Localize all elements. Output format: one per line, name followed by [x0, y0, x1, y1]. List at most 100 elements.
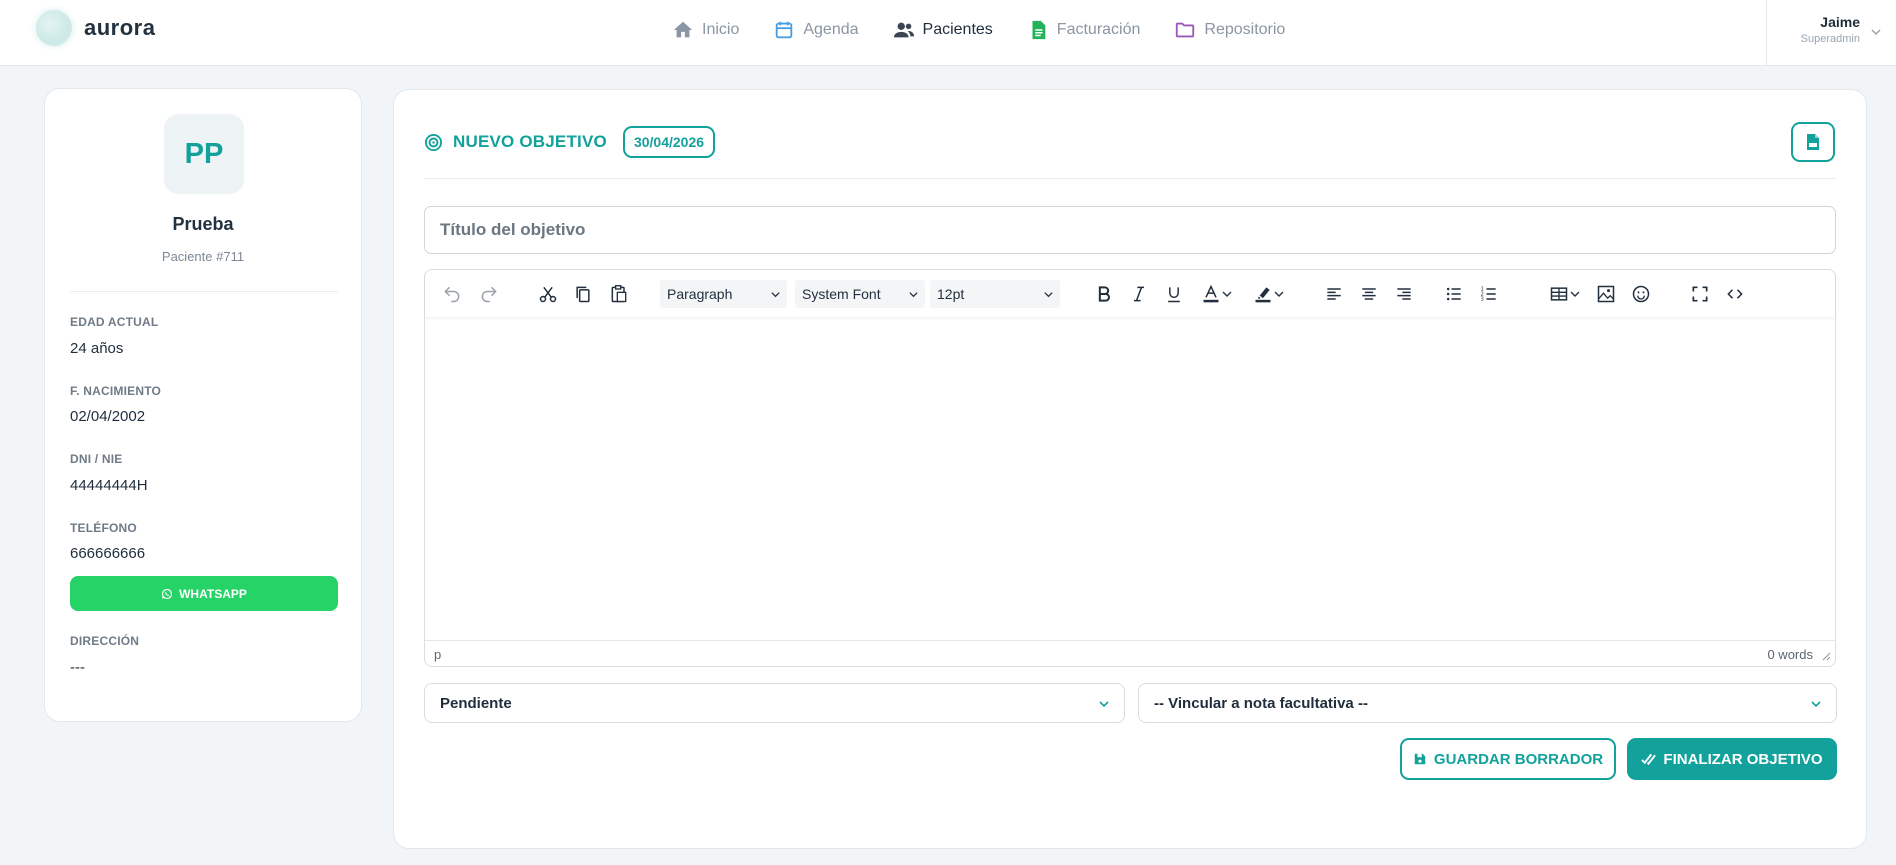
source-code-button[interactable] — [1722, 282, 1748, 306]
main-nav: Inicio Agenda Pacientes Facturación Repo… — [672, 19, 1285, 41]
calendar-icon — [776, 21, 793, 39]
block-format-select[interactable]: Paragraph — [660, 280, 787, 308]
undo-button[interactable] — [439, 282, 465, 306]
italic-button[interactable] — [1126, 282, 1152, 306]
divider — [424, 178, 1836, 179]
finalize-objective-button[interactable]: FINALIZAR OBJETIVO — [1627, 738, 1837, 780]
copy-button[interactable] — [570, 282, 596, 306]
align-center-icon — [1362, 288, 1376, 300]
chevron-down-icon — [771, 292, 780, 298]
link-note-select-value: -- Vincular a nota facultativa -- — [1154, 694, 1368, 712]
age-label: EDAD ACTUAL — [70, 315, 159, 329]
emoji-button[interactable] — [1628, 282, 1654, 306]
copy-icon — [576, 286, 590, 303]
objective-title-input[interactable] — [424, 206, 1836, 254]
align-center-button[interactable] — [1356, 282, 1382, 306]
dni-label: DNI / NIE — [70, 452, 123, 466]
paste-icon — [611, 285, 627, 303]
double-check-icon — [1641, 753, 1657, 766]
numbered-list-icon: 123 — [1481, 287, 1496, 303]
chevron-down-icon — [1222, 291, 1232, 297]
nav-item-label: Agenda — [803, 21, 859, 38]
logo-mark-icon — [36, 10, 72, 46]
table-button[interactable] — [1545, 282, 1585, 306]
invoice-icon — [1032, 20, 1046, 40]
chevron-down-icon — [1099, 701, 1109, 708]
align-left-button[interactable] — [1321, 282, 1347, 306]
editor-toolbar: Paragraph System Font 12pt 1 2 3 — [425, 270, 1835, 317]
whatsapp-icon — [162, 588, 173, 599]
font-size-value: 12pt — [937, 286, 965, 302]
bold-icon — [1098, 286, 1110, 302]
text-color-button[interactable] — [1195, 282, 1239, 306]
cut-button[interactable] — [535, 282, 561, 306]
editor-statusbar: p 0 words — [425, 640, 1835, 666]
folder-icon — [1176, 22, 1195, 38]
underline-button[interactable] — [1161, 282, 1187, 306]
nav-item-repositorio[interactable]: Repositorio — [1174, 19, 1285, 41]
bullet-list-button[interactable] — [1441, 282, 1467, 306]
objective-panel: NUEVO OBJETIVO 30/04/2026 Paragra — [393, 89, 1867, 849]
chevron-down-icon — [1044, 292, 1053, 298]
resize-handle-icon[interactable] — [1821, 651, 1831, 661]
chevron-down-icon — [1871, 29, 1881, 36]
code-icon — [1727, 289, 1743, 299]
finalize-label: FINALIZAR OBJETIVO — [1663, 750, 1823, 768]
highlighter-icon — [1255, 287, 1271, 303]
status-select[interactable]: Pendiente — [424, 683, 1125, 723]
user-menu[interactable]: Jaime Superadmin — [1766, 0, 1896, 66]
phone-label: TELÉFONO — [70, 521, 137, 535]
user-role: Superadmin — [1800, 33, 1860, 45]
fullscreen-icon — [1692, 286, 1708, 302]
birth-value: 02/04/2002 — [70, 408, 146, 425]
nav-item-inicio[interactable]: Inicio — [672, 19, 739, 41]
whatsapp-button[interactable]: WHATSAPP — [70, 576, 338, 611]
users-icon — [893, 22, 914, 38]
nav-item-label: Inicio — [702, 21, 740, 38]
fullscreen-button[interactable] — [1687, 282, 1713, 306]
chevron-down-icon — [1811, 701, 1821, 708]
element-path[interactable]: p — [434, 647, 441, 662]
target-icon — [424, 133, 443, 151]
avatar: PP — [164, 114, 244, 194]
redo-button[interactable] — [476, 282, 502, 306]
patient-name: Prueba — [172, 214, 234, 234]
app-logo[interactable]: aurora — [36, 10, 155, 46]
numbered-list-button[interactable]: 123 — [1476, 282, 1502, 306]
font-family-select[interactable]: System Font — [795, 280, 925, 308]
insert-image-button[interactable] — [1593, 282, 1619, 306]
nav-item-pacientes[interactable]: Pacientes — [893, 19, 993, 41]
bold-button[interactable] — [1091, 282, 1117, 306]
bullet-list-icon — [1446, 287, 1461, 301]
divider — [70, 291, 338, 292]
page-title: NUEVO OBJETIVO — [453, 132, 607, 151]
highlight-color-button[interactable] — [1247, 282, 1291, 306]
text-color-icon — [1203, 284, 1219, 303]
align-right-icon — [1397, 288, 1411, 300]
save-draft-button[interactable]: GUARDAR BORRADOR — [1400, 738, 1616, 780]
align-right-button[interactable] — [1391, 282, 1417, 306]
nav-item-label: Pacientes — [922, 21, 993, 38]
nav-item-agenda[interactable]: Agenda — [773, 19, 859, 41]
whatsapp-label: WHATSAPP — [179, 586, 247, 601]
link-note-select[interactable]: -- Vincular a nota facultativa -- — [1138, 683, 1837, 723]
underline-icon — [1168, 287, 1180, 303]
phone-value: 666666666 — [70, 545, 146, 562]
nav-item-facturacion[interactable]: Facturación — [1027, 19, 1140, 41]
status-select-value: Pendiente — [440, 694, 512, 712]
scissors-icon — [539, 286, 557, 303]
image-icon — [1597, 285, 1615, 303]
undo-icon — [444, 286, 460, 303]
age-value: 24 años — [70, 340, 124, 357]
font-family-value: System Font — [802, 286, 881, 302]
paste-button[interactable] — [606, 282, 632, 306]
address-value: --- — [70, 659, 85, 676]
nav-item-label: Repositorio — [1204, 21, 1286, 38]
word-count[interactable]: 0 words — [1767, 647, 1813, 662]
save-draft-label: GUARDAR BORRADOR — [1433, 750, 1604, 768]
align-left-icon — [1327, 288, 1341, 300]
patient-card: PP Prueba Paciente #711 EDAD ACTUAL 24 a… — [44, 88, 362, 722]
font-size-select[interactable]: 12pt — [930, 280, 1060, 308]
editor-content-area[interactable] — [425, 317, 1835, 641]
export-pdf-button[interactable] — [1791, 122, 1835, 162]
